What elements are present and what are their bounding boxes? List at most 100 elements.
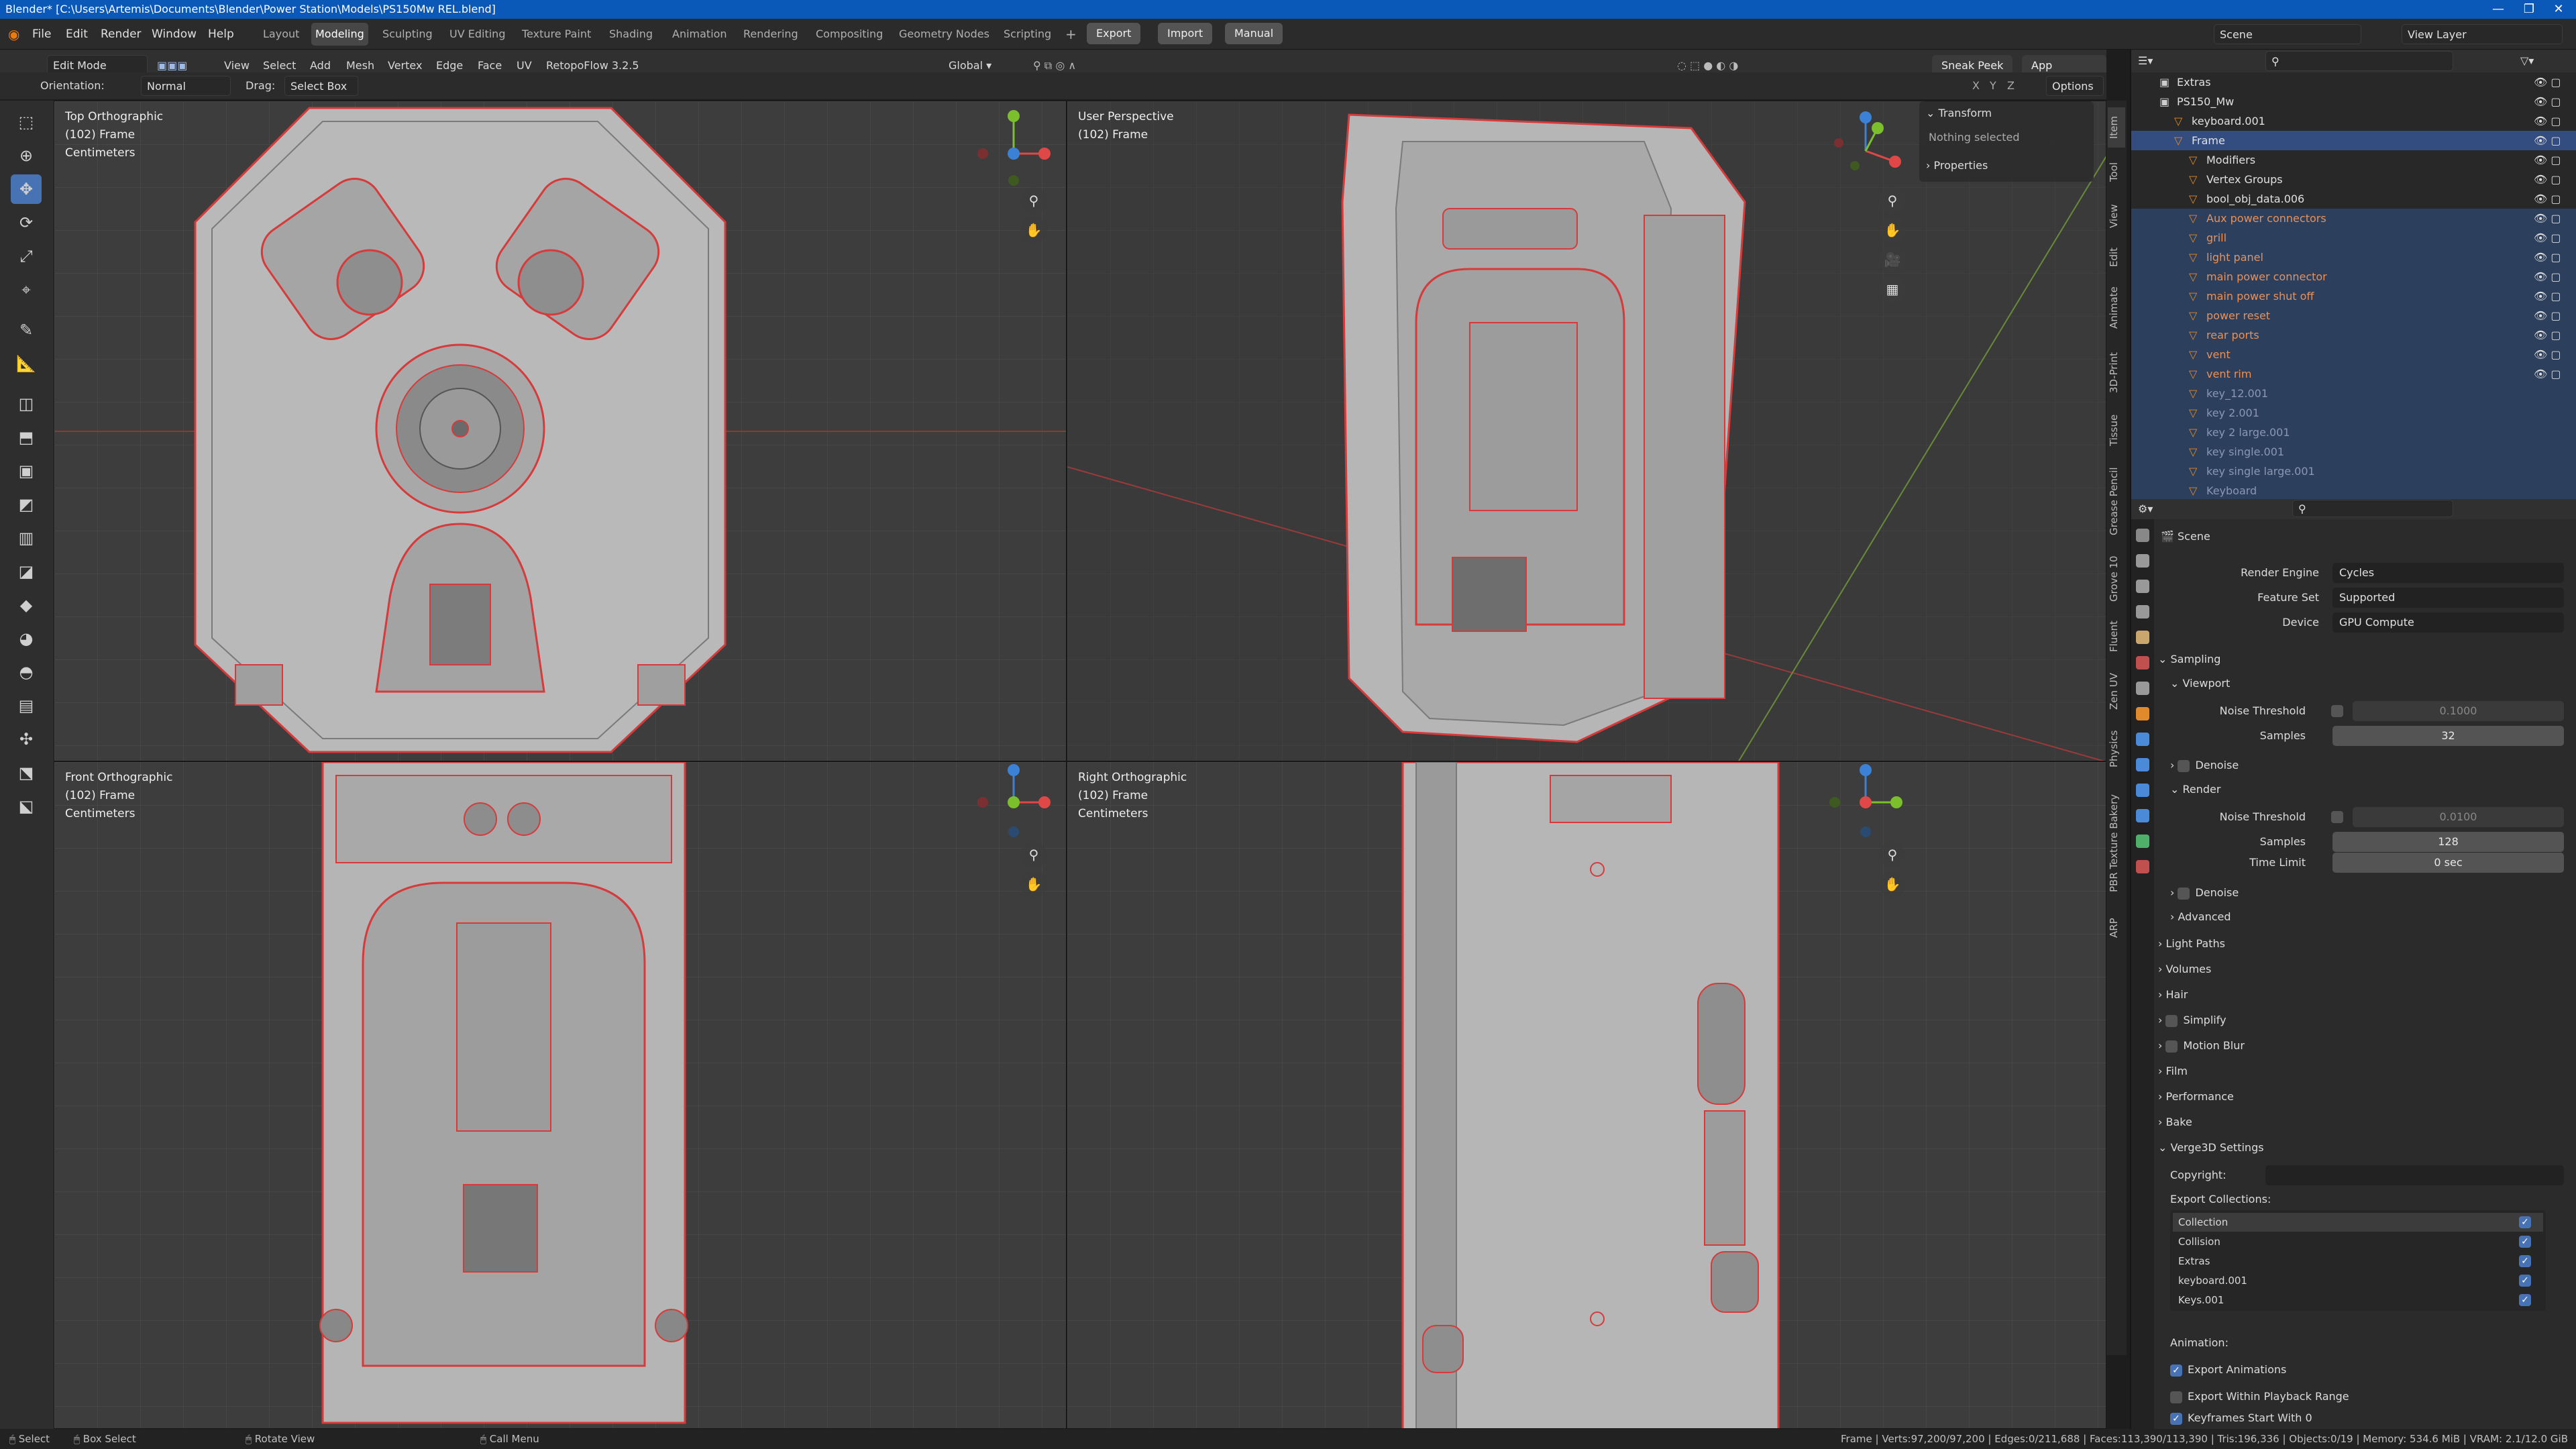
visibility-icon[interactable]: 👁 ▢ [2534, 150, 2561, 170]
export-animations-row[interactable]: Export Animations [2170, 1359, 2286, 1381]
sampling-panel-header[interactable]: ⌄ Sampling [2158, 648, 2571, 671]
properties-panel-header[interactable]: › Properties [1926, 155, 1988, 176]
workspace-tab-scripting[interactable]: Scripting [1000, 23, 1055, 46]
outliner-row[interactable]: ▣ Extras 👁 ▢ [2131, 72, 2576, 92]
transform-panel-header[interactable]: ⌄ Transform [1926, 103, 1992, 124]
bevel-tool-icon[interactable]: ◩ [11, 490, 42, 519]
export-collection-checkbox[interactable] [2519, 1236, 2531, 1248]
workspace-tab-animation[interactable]: Animation [668, 23, 731, 46]
filter-icon[interactable]: ▽▾ [2520, 50, 2534, 72]
particles-tab-icon[interactable] [2136, 758, 2149, 771]
spin-tool-icon[interactable]: ◕ [11, 624, 42, 653]
workspace-tab-rendering[interactable]: Rendering [739, 23, 802, 46]
visibility-icon[interactable]: 👁 ▢ [2534, 170, 2561, 189]
workspace-tab-sculpting[interactable]: Sculpting [378, 23, 437, 46]
outliner-row[interactable]: ▽ main power shut off 👁 ▢ [2131, 286, 2576, 306]
menu-edit[interactable]: Edit [66, 19, 88, 50]
visibility-icon[interactable]: 👁 ▢ [2534, 209, 2561, 228]
pan-hand-icon[interactable]: ✋ [1879, 871, 1906, 898]
render-noise-threshold-checkbox[interactable] [2331, 811, 2343, 823]
tab-tool[interactable]: Tool [2108, 152, 2125, 192]
zoom-icon[interactable]: ⚲ [1879, 187, 1906, 214]
advanced-subpanel-header[interactable]: › Advanced [2170, 906, 2571, 928]
copyright-input[interactable] [2265, 1165, 2564, 1185]
outliner-row[interactable]: ▽ power reset 👁 ▢ [2131, 306, 2576, 325]
render-subpanel-header[interactable]: ⌄ Render [2170, 778, 2571, 801]
outliner-row[interactable]: ▽ keyboard.001 👁 ▢ [2131, 111, 2576, 131]
viewport-top-orthographic[interactable]: Top Orthographic (102) Frame Centimeters… [54, 101, 1067, 761]
outliner-row[interactable]: ▽ grill 👁 ▢ [2131, 228, 2576, 248]
tab-view[interactable]: View [2108, 196, 2125, 236]
editor-type-icon[interactable]: ☰▾ [2138, 50, 2153, 72]
orientation-dropdown[interactable]: Normal [141, 76, 231, 96]
verge3d-panel-header[interactable]: ⌄ Verge3D Settings [2158, 1136, 2571, 1159]
toggle-ortho-grid-icon[interactable]: ▦ [1879, 276, 1906, 303]
outliner-row[interactable]: ▽ Vertex Groups 👁 ▢ [2131, 170, 2576, 189]
smooth-tool-icon[interactable]: ◓ [11, 657, 42, 687]
navigation-gizmo[interactable] [973, 108, 1054, 189]
export-collection-checkbox[interactable] [2519, 1255, 2531, 1267]
visibility-icon[interactable]: 👁 ▢ [2534, 111, 2561, 131]
navigation-gizmo[interactable] [1825, 762, 1906, 843]
outliner-search-input[interactable]: ⚲ [2265, 51, 2453, 71]
outliner-row[interactable]: ▽ main power connector 👁 ▢ [2131, 267, 2576, 286]
cursor-tool-icon[interactable]: ⊕ [11, 141, 42, 170]
export-collection-item[interactable]: Extras [2173, 1252, 2543, 1271]
hair-panel-header[interactable]: › Hair [2158, 983, 2571, 1006]
tab-grove[interactable]: Grove 10 [2108, 549, 2125, 609]
import-button[interactable]: Import [1158, 23, 1213, 44]
visibility-icon[interactable]: 👁 ▢ [2534, 248, 2561, 267]
workspace-tab-texture-paint[interactable]: Texture Paint [518, 23, 595, 46]
export-collection-checkbox[interactable] [2519, 1275, 2531, 1287]
manual-button[interactable]: Manual [1225, 23, 1283, 44]
visibility-icon[interactable]: 👁 ▢ [2534, 364, 2561, 384]
export-collection-checkbox[interactable] [2519, 1294, 2531, 1306]
viewport-right-orthographic[interactable]: Right Orthographic (102) Frame Centimete… [1067, 761, 2106, 1429]
tab-fluent[interactable]: Fluent [2108, 613, 2125, 660]
scale-tool-icon[interactable]: ⤢ [11, 241, 42, 271]
tab-arp[interactable]: ARP [2108, 911, 2125, 945]
visibility-icon[interactable]: 👁 ▢ [2534, 131, 2561, 150]
tab-physics[interactable]: Physics [2108, 722, 2125, 775]
simplify-panel-header[interactable]: › Simplify [2158, 1009, 2571, 1032]
close-button[interactable]: ✕ [2545, 0, 2572, 19]
inset-tool-icon[interactable]: ▣ [11, 456, 42, 486]
outliner-row[interactable]: ▽ Keyboard [2131, 481, 2576, 500]
export-collection-item[interactable]: keyboard.001 [2173, 1271, 2543, 1290]
light-paths-panel-header[interactable]: › Light Paths [2158, 932, 2571, 955]
outliner-row[interactable]: ▽ Aux power connectors 👁 ▢ [2131, 209, 2576, 228]
device-dropdown[interactable]: GPU Compute [2332, 612, 2564, 633]
visibility-icon[interactable]: 👁 ▢ [2534, 189, 2561, 209]
extrude-tool-icon[interactable]: ⬒ [11, 423, 42, 452]
outliner-row[interactable]: ▽ key_12.001 [2131, 384, 2576, 403]
keyframes-start-row[interactable]: Keyframes Start With 0 [2170, 1407, 2312, 1429]
mirror-axis-z[interactable]: Z [2007, 75, 2015, 97]
render-samples-field[interactable]: 128 [2332, 832, 2564, 852]
tool-tab-icon[interactable] [2136, 529, 2149, 542]
outliner-row[interactable]: ▽ vent rim 👁 ▢ [2131, 364, 2576, 384]
visibility-icon[interactable]: 👁 ▢ [2534, 92, 2561, 111]
tab-3d-print[interactable]: 3D-Print [2108, 342, 2125, 402]
render-tab-icon[interactable] [2136, 554, 2149, 568]
tab-edit[interactable]: Edit [2108, 240, 2125, 274]
viewport-user-perspective[interactable]: User Perspective (102) Frame ⚲ ✋ 🎥 ▦ ⌄ T… [1067, 101, 2106, 761]
drag-dropdown[interactable]: Select Box [284, 76, 358, 96]
viewport-subpanel-header[interactable]: ⌄ Viewport [2170, 672, 2571, 695]
visibility-icon[interactable]: 👁 ▢ [2534, 345, 2561, 364]
tab-animate[interactable]: Animate [2108, 278, 2125, 338]
feature-set-dropdown[interactable]: Supported [2332, 588, 2564, 608]
camera-view-icon[interactable]: 🎥 [1879, 246, 1906, 273]
export-button[interactable]: Export [1087, 23, 1141, 44]
visibility-icon[interactable]: 👁 ▢ [2534, 306, 2561, 325]
tab-pbr-texture-bakery[interactable]: PBR Texture Bakery [2108, 780, 2125, 907]
data-tab-icon[interactable] [2136, 835, 2149, 848]
loop-cut-tool-icon[interactable]: ▥ [11, 523, 42, 553]
visibility-icon[interactable]: 👁 ▢ [2534, 325, 2561, 345]
export-collection-item[interactable]: Collection [2173, 1213, 2543, 1232]
export-within-range-row[interactable]: Export Within Playback Range [2170, 1386, 2349, 1407]
transform-tool-icon[interactable]: ⌖ [11, 275, 42, 305]
export-collection-item[interactable]: Collision [2173, 1232, 2543, 1251]
rip-tool-icon[interactable]: ⬕ [11, 792, 42, 821]
navigation-gizmo[interactable] [973, 762, 1054, 843]
outliner-row[interactable]: ▽ key 2 large.001 [2131, 423, 2576, 442]
